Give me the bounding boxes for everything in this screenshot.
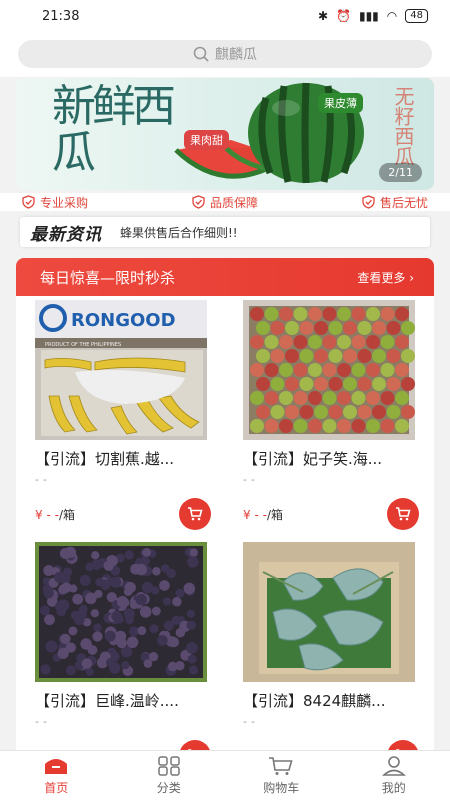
tab-label: 购物车: [263, 780, 300, 795]
search-placeholder: 麒麟瓜: [215, 47, 257, 63]
add-to-cart-button[interactable]: [179, 498, 211, 530]
product-name: 【引流】8424麒麟...: [243, 692, 386, 710]
price-row: ¥ - -/箱: [35, 498, 211, 530]
tab-cart[interactable]: 购物车: [225, 751, 338, 800]
tab-label: 我的: [381, 780, 406, 795]
guarantee-item: 专业采购: [22, 194, 88, 211]
tab-category[interactable]: 分类: [113, 751, 226, 800]
product-card[interactable]: 【引流】8424麒麟... --: [243, 542, 419, 758]
watermelon-box-image: [243, 542, 415, 682]
status-icons: ✱ ⏰ ▮▮▮ ◠ 48: [318, 9, 428, 23]
guarantee-item: 售后无忧: [362, 194, 428, 211]
shield-check-icon: [22, 195, 35, 209]
view-more-label: 查看更多: [357, 270, 406, 285]
flash-sale-title: 每日惊喜—限时秒杀: [40, 268, 176, 287]
product-image[interactable]: [35, 542, 207, 682]
tab-home[interactable]: 首页: [0, 751, 113, 800]
tab-profile[interactable]: 我的: [338, 751, 450, 800]
add-to-cart-button[interactable]: [387, 498, 419, 530]
price-row: ¥ - -/箱: [243, 498, 419, 530]
product-image[interactable]: RONGOOD PRODUCT OF THE PHILIPPINES: [35, 300, 207, 440]
price-value: ¥ - -: [243, 507, 267, 522]
news-ticker[interactable]: 最新资讯 蜂果供售后合作细则!!: [20, 217, 430, 247]
product-card[interactable]: 【引流】妃子笑.海... -- ¥ - -/箱: [243, 300, 419, 530]
banner-side-text: 无籽西瓜: [391, 86, 415, 166]
product-image[interactable]: [243, 300, 415, 440]
product-subtitle: --: [35, 715, 51, 728]
banner-title: 新鲜西瓜: [52, 81, 176, 178]
cart-icon: [269, 756, 293, 775]
chevron-right-icon: ›: [409, 270, 414, 285]
product-subtitle: --: [35, 473, 51, 486]
price-value: ¥ - -: [35, 507, 59, 522]
guarantee-label: 专业采购: [40, 195, 89, 210]
header: 麒麟瓜: [0, 32, 450, 77]
grape-image: [35, 542, 207, 682]
wifi-icon: ◠: [386, 9, 398, 23]
product-subtitle: --: [243, 473, 259, 486]
user-icon: [381, 755, 406, 776]
bottom-tab-bar: 首页 分类 购物车 我的: [0, 750, 450, 800]
product-name: 【引流】妃子笑.海...: [243, 450, 383, 468]
home-icon: [45, 758, 68, 774]
flash-sale-header: 每日惊喜—限时秒杀 查看更多 ›: [16, 258, 434, 296]
guarantee-label: 售后无忧: [379, 195, 428, 210]
product-card[interactable]: RONGOOD PRODUCT OF THE PHILIPPINES 【引流】切…: [35, 300, 211, 530]
news-headline[interactable]: 蜂果供售后合作细则!!: [120, 224, 238, 241]
tab-label: 分类: [156, 780, 181, 795]
shield-check-icon: [192, 195, 205, 209]
price-unit: /箱: [266, 507, 283, 522]
shield-check-icon: [362, 195, 375, 209]
banner-tag-sweet: 果肉甜: [184, 130, 229, 150]
product-name: 【引流】巨峰.温岭....: [35, 692, 179, 710]
promo-banner[interactable]: 新鲜西瓜 果肉甜 果皮薄 无籽西瓜 2/11: [16, 78, 434, 190]
search-icon: [193, 46, 209, 62]
box-origin-text: PRODUCT OF THE PHILIPPINES: [45, 342, 121, 348]
signal-icon: ▮▮▮: [358, 9, 379, 23]
status-bar: 21:38 ✱ ⏰ ▮▮▮ ◠ 48: [0, 0, 450, 32]
banner-page-indicator: 2/11: [379, 163, 422, 182]
box-brand-text: RONGOOD: [71, 310, 176, 331]
search-input[interactable]: 麒麟瓜: [18, 40, 432, 68]
price-unit: /箱: [58, 507, 75, 522]
news-logo: 最新资讯: [30, 224, 102, 245]
lychee-image: [243, 300, 415, 440]
guarantee-item: 品质保障: [192, 194, 258, 211]
grid-icon: [158, 755, 180, 776]
cart-icon: [396, 507, 411, 521]
guarantee-row: 专业采购 品质保障 售后无忧: [0, 193, 450, 211]
product-price: ¥ - -/箱: [243, 506, 283, 523]
product-card[interactable]: 【引流】巨峰.温岭.... --: [35, 542, 211, 758]
tab-label: 首页: [44, 780, 69, 795]
banana-box-image: RONGOOD PRODUCT OF THE PHILIPPINES: [35, 300, 207, 440]
product-name: 【引流】切割蕉.越...: [35, 450, 175, 468]
alarm-icon: ⏰: [336, 9, 351, 23]
product-subtitle: --: [243, 715, 259, 728]
product-image[interactable]: [243, 542, 415, 682]
flash-sale-section: 每日惊喜—限时秒杀 查看更多 › RONGOOD PRODUCT OF THE …: [16, 258, 434, 758]
status-time: 21:38: [42, 8, 80, 24]
cart-icon: [188, 507, 203, 521]
battery-indicator: 48: [405, 9, 428, 23]
banner-tag-thin-rind: 果皮薄: [318, 93, 363, 113]
view-more-link[interactable]: 查看更多 ›: [357, 269, 414, 286]
bluetooth-icon: ✱: [317, 9, 329, 23]
product-price: ¥ - -/箱: [35, 506, 75, 523]
guarantee-label: 品质保障: [209, 195, 258, 210]
